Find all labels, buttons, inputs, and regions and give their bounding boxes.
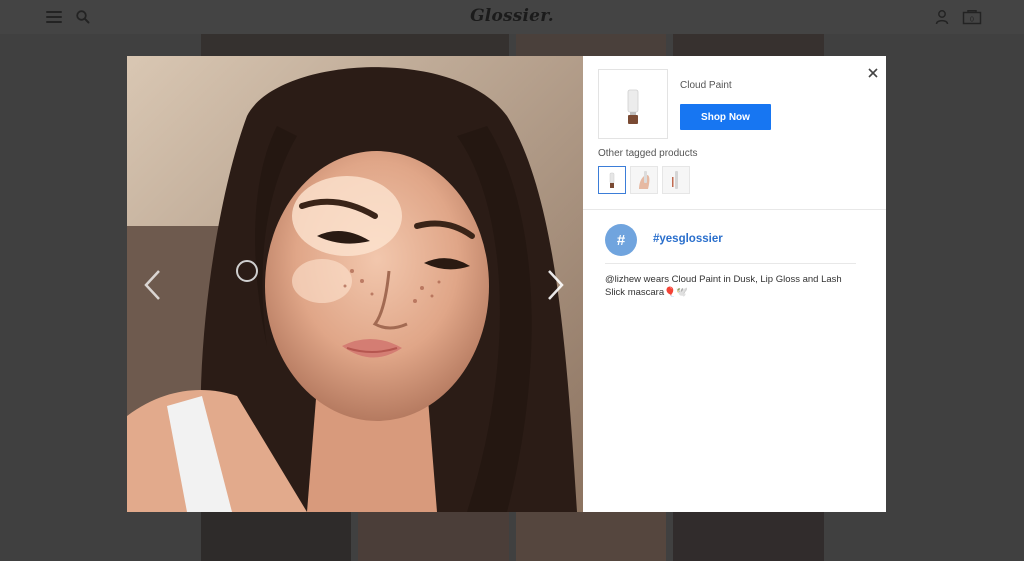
close-icon[interactable] (866, 66, 880, 80)
product-modal: Cloud Paint Shop Now Other tagged produc… (127, 56, 886, 512)
hashtag-icon: # (605, 224, 637, 256)
post-caption: @lizhew wears Cloud Paint in Dusk, Lip G… (605, 274, 842, 298)
portrait-photo (127, 56, 583, 512)
hashtag-link[interactable]: #yesglossier (653, 233, 723, 245)
other-tagged-products-label: Other tagged products (598, 148, 698, 159)
thumbnail-cloud-paint[interactable] (598, 166, 626, 194)
previous-arrow-icon[interactable] (143, 268, 163, 302)
panel-divider (583, 209, 886, 210)
tagged-product-thumbnails (598, 166, 690, 195)
product-image[interactable] (598, 69, 668, 139)
caption-divider (605, 263, 856, 264)
thumbnail-lash-slick[interactable] (662, 166, 690, 194)
thumbnail-lip-gloss[interactable] (630, 166, 658, 194)
product-name[interactable]: Cloud Paint (680, 80, 732, 91)
product-panel: Cloud Paint Shop Now Other tagged produc… (583, 56, 886, 512)
shop-now-button[interactable]: Shop Now (680, 104, 771, 130)
next-arrow-icon[interactable] (545, 268, 565, 302)
